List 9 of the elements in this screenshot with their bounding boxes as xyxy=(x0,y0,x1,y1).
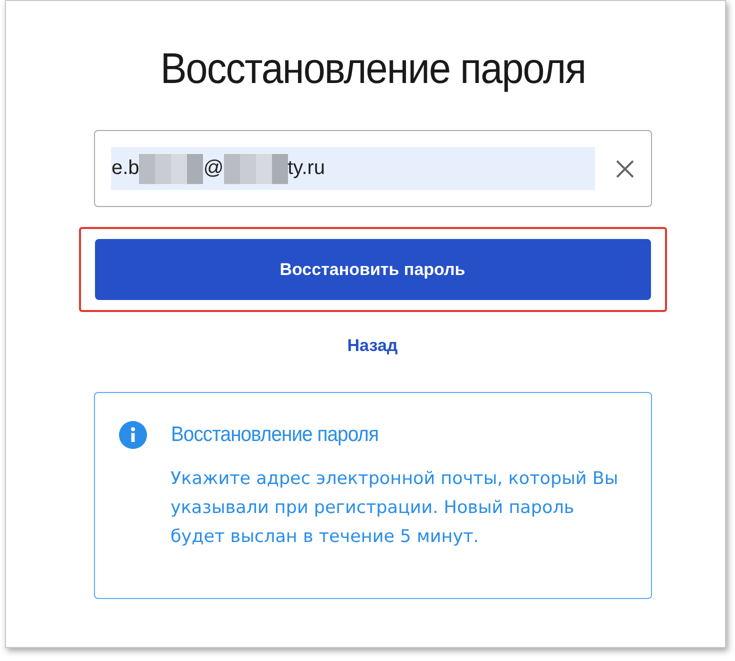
email-field[interactable]: e.b @ ty.ru xyxy=(94,130,652,207)
email-value: e.b @ ty.ru xyxy=(110,147,594,190)
page-title: Восстановление пароля xyxy=(158,45,586,94)
info-title: Восстановление пароля xyxy=(170,423,379,447)
info-text: Укажите адрес электронной почты, который Вы указывали при регистрации. Новый пароль будет выслан в течение 5 минут. xyxy=(170,468,620,549)
submit-button[interactable]: Восстановить пароль xyxy=(94,239,650,300)
clear-icon[interactable] xyxy=(614,158,634,178)
back-link[interactable]: Назад xyxy=(347,336,398,356)
info-icon xyxy=(118,421,146,449)
